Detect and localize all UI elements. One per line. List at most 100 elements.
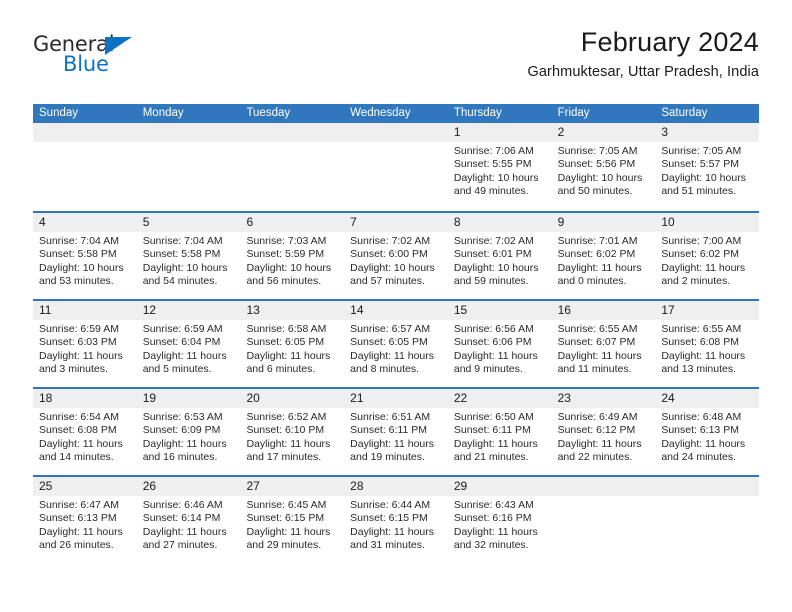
day-number: 12 <box>142 303 157 317</box>
day-number-band <box>655 477 760 496</box>
day-sun-info: Sunrise: 6:58 AM Sunset: 6:05 PM Daylight:… <box>240 320 344 377</box>
logo-triangle-icon <box>105 37 132 55</box>
sunrise-time: Sunrise: 6:59 AM <box>142 323 223 335</box>
day-cell-9[interactable]: 9 Sunrise: 7:01 AM Sunset: 6:02 PM Daylight… <box>551 213 656 299</box>
day-number-band: 28 <box>344 477 448 496</box>
daylight-duration: Daylight: 11 hours and 27 minutes. <box>142 525 227 552</box>
day-number: 18 <box>39 391 53 405</box>
sunrise-time: Sunrise: 6:59 AM <box>39 323 119 335</box>
day-sun-info: Sunrise: 6:47 AM Sunset: 6:13 PM Daylight:… <box>33 496 137 553</box>
sunrise-time: Sunrise: 7:02 AM <box>350 235 431 247</box>
daylight-duration: Daylight: 10 hours and 51 minutes. <box>661 171 746 198</box>
day-number: 1 <box>453 125 461 139</box>
day-cell-21[interactable]: 21 Sunrise: 6:51 AM Sunset: 6:11 PM Dayligh… <box>344 389 448 475</box>
day-cell-25[interactable]: 25 Sunrise: 6:47 AM Sunset: 6:13 PM Dayligh… <box>33 477 137 563</box>
sunrise-time: Sunrise: 7:04 AM <box>142 235 223 247</box>
day-number: 15 <box>453 303 468 317</box>
day-sun-info: Sunrise: 6:48 AM Sunset: 6:13 PM Daylight:… <box>655 408 759 465</box>
day-cell-16[interactable]: 16 Sunrise: 6:55 AM Sunset: 6:07 PM Dayligh… <box>551 301 656 387</box>
day-sun-info: Sunrise: 7:01 AM Sunset: 6:02 PM Daylight:… <box>552 232 656 289</box>
daylight-duration: Daylight: 11 hours and 24 minutes. <box>661 437 746 464</box>
day-sun-info: Sunrise: 6:59 AM Sunset: 6:03 PM Daylight:… <box>33 320 137 377</box>
daylight-duration: Daylight: 11 hours and 19 minutes. <box>350 437 435 464</box>
day-number-band: 7 <box>344 213 448 232</box>
sunrise-time: Sunrise: 6:56 AM <box>453 323 534 335</box>
day-cell-18[interactable]: 18 Sunrise: 6:54 AM Sunset: 6:08 PM Dayligh… <box>33 389 137 475</box>
day-sun-info: Sunrise: 6:43 AM Sunset: 6:16 PM Daylight:… <box>448 496 552 553</box>
day-cell-28[interactable]: 28 Sunrise: 6:44 AM Sunset: 6:15 PM Dayligh… <box>344 477 448 563</box>
daylight-duration: Daylight: 11 hours and 16 minutes. <box>142 437 227 464</box>
day-number: 14 <box>350 303 364 317</box>
day-sun-info: Sunrise: 6:54 AM Sunset: 6:08 PM Daylight:… <box>33 408 137 465</box>
day-cell-23[interactable]: 23 Sunrise: 6:49 AM Sunset: 6:12 PM Dayligh… <box>551 389 656 475</box>
day-cell-empty <box>655 477 760 563</box>
day-sun-info: Sunrise: 6:56 AM Sunset: 6:06 PM Daylight:… <box>448 320 552 377</box>
sunset-time: Sunset: 5:55 PM <box>453 158 532 171</box>
day-cell-3[interactable]: 3 Sunrise: 7:05 AM Sunset: 5:57 PM Daylight… <box>655 123 760 211</box>
day-cell-11[interactable]: 11 Sunrise: 6:59 AM Sunset: 6:03 PM Dayligh… <box>33 301 137 387</box>
day-cell-1[interactable]: 1 Sunrise: 7:06 AM Sunset: 5:55 PM Daylight… <box>447 123 552 211</box>
calendar-week-row: 18 Sunrise: 6:54 AM Sunset: 6:08 PM Dayligh… <box>33 387 760 475</box>
daylight-duration: Daylight: 11 hours and 9 minutes. <box>453 349 538 376</box>
day-cell-24[interactable]: 24 Sunrise: 6:48 AM Sunset: 6:13 PM Dayligh… <box>655 389 760 475</box>
sunrise-time: Sunrise: 6:57 AM <box>350 323 431 335</box>
day-cell-13[interactable]: 13 Sunrise: 6:58 AM Sunset: 6:05 PM Dayligh… <box>240 301 345 387</box>
day-cell-26[interactable]: 26 Sunrise: 6:46 AM Sunset: 6:14 PM Dayligh… <box>136 477 241 563</box>
daylight-duration: Daylight: 11 hours and 5 minutes. <box>142 349 227 376</box>
day-number-band: 3 <box>655 123 760 142</box>
day-sun-info: Sunrise: 6:50 AM Sunset: 6:11 PM Daylight:… <box>448 408 552 465</box>
day-cell-8[interactable]: 8 Sunrise: 7:02 AM Sunset: 6:01 PM Daylight… <box>447 213 552 299</box>
day-cell-6[interactable]: 6 Sunrise: 7:03 AM Sunset: 5:59 PM Daylight… <box>240 213 345 299</box>
sunset-time: Sunset: 6:14 PM <box>142 512 221 525</box>
sunrise-time: Sunrise: 6:50 AM <box>453 411 534 423</box>
day-number: 22 <box>453 391 468 405</box>
day-cell-5[interactable]: 5 Sunrise: 7:04 AM Sunset: 5:58 PM Daylight… <box>136 213 241 299</box>
day-sun-info: Sunrise: 7:00 AM Sunset: 6:02 PM Daylight:… <box>655 232 759 289</box>
day-cell-29[interactable]: 29 Sunrise: 6:43 AM Sunset: 6:16 PM Dayligh… <box>447 477 552 563</box>
sunset-time: Sunset: 6:13 PM <box>39 512 117 525</box>
sunset-time: Sunset: 6:13 PM <box>661 424 739 437</box>
day-number-band <box>240 123 345 142</box>
sunset-time: Sunset: 6:16 PM <box>453 512 532 525</box>
day-number-band: 27 <box>240 477 345 496</box>
day-cell-12[interactable]: 12 Sunrise: 6:59 AM Sunset: 6:04 PM Dayligh… <box>136 301 241 387</box>
day-of-week-monday: Monday <box>142 107 184 119</box>
day-sun-info: Sunrise: 6:49 AM Sunset: 6:12 PM Daylight:… <box>552 408 656 465</box>
day-cell-14[interactable]: 14 Sunrise: 6:57 AM Sunset: 6:05 PM Dayligh… <box>344 301 448 387</box>
day-number: 10 <box>661 215 675 229</box>
day-sun-info: Sunrise: 6:55 AM Sunset: 6:08 PM Daylight:… <box>655 320 759 377</box>
sunset-time: Sunset: 6:09 PM <box>142 424 221 437</box>
daylight-duration: Daylight: 11 hours and 6 minutes. <box>246 349 331 376</box>
day-cell-4[interactable]: 4 Sunrise: 7:04 AM Sunset: 5:58 PM Daylight… <box>33 213 137 299</box>
day-number-band <box>344 123 448 142</box>
day-cell-7[interactable]: 7 Sunrise: 7:02 AM Sunset: 6:00 PM Daylight… <box>344 213 448 299</box>
daylight-duration: Daylight: 11 hours and 22 minutes. <box>557 437 642 464</box>
sunset-time: Sunset: 5:59 PM <box>246 248 325 261</box>
day-cell-19[interactable]: 19 Sunrise: 6:53 AM Sunset: 6:09 PM Dayligh… <box>136 389 241 475</box>
sunset-time: Sunset: 6:11 PM <box>350 424 428 437</box>
day-cell-10[interactable]: 10 Sunrise: 7:00 AM Sunset: 6:02 PM Dayligh… <box>655 213 760 299</box>
day-number-band: 20 <box>240 389 345 408</box>
general-blue-logo[interactable]: General Blue <box>33 34 213 90</box>
day-cell-22[interactable]: 22 Sunrise: 6:50 AM Sunset: 6:11 PM Dayligh… <box>447 389 552 475</box>
day-number: 28 <box>350 479 364 493</box>
day-of-week-saturday: Saturday <box>661 107 708 119</box>
sunrise-time: Sunrise: 7:04 AM <box>39 235 119 247</box>
sunrise-time: Sunrise: 6:46 AM <box>142 499 223 511</box>
day-number: 29 <box>453 479 468 493</box>
day-cell-27[interactable]: 27 Sunrise: 6:45 AM Sunset: 6:15 PM Dayligh… <box>240 477 345 563</box>
day-number-band: 6 <box>240 213 345 232</box>
day-cell-15[interactable]: 15 Sunrise: 6:56 AM Sunset: 6:06 PM Dayligh… <box>447 301 552 387</box>
sunrise-time: Sunrise: 6:49 AM <box>557 411 638 423</box>
day-number: 8 <box>453 215 461 229</box>
day-number-band: 11 <box>33 301 137 320</box>
day-cell-2[interactable]: 2 Sunrise: 7:05 AM Sunset: 5:56 PM Daylight… <box>551 123 656 211</box>
sunset-time: Sunset: 6:12 PM <box>557 424 636 437</box>
daylight-duration: Daylight: 11 hours and 17 minutes. <box>246 437 331 464</box>
sunset-time: Sunset: 6:02 PM <box>661 248 739 261</box>
day-sun-info: Sunrise: 7:02 AM Sunset: 6:00 PM Daylight:… <box>344 232 448 289</box>
day-sun-info: Sunrise: 7:06 AM Sunset: 5:55 PM Daylight:… <box>448 142 552 199</box>
day-cell-20[interactable]: 20 Sunrise: 6:52 AM Sunset: 6:10 PM Dayligh… <box>240 389 345 475</box>
day-cell-17[interactable]: 17 Sunrise: 6:55 AM Sunset: 6:08 PM Dayligh… <box>655 301 760 387</box>
sunrise-time: Sunrise: 6:52 AM <box>246 411 327 423</box>
